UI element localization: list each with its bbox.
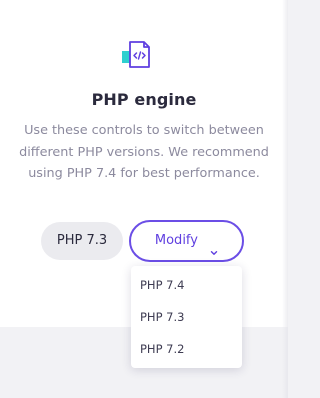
modify-button-label: Modify bbox=[154, 233, 198, 248]
section-description: Use these controls to switch between dif… bbox=[19, 123, 269, 181]
dropdown-option-php-7-3[interactable]: PHP 7.3 bbox=[140, 310, 184, 324]
dropdown-option-php-7-4[interactable]: PHP 7.4 bbox=[140, 278, 184, 292]
dropdown-option-php-7-2[interactable]: PHP 7.2 bbox=[140, 342, 184, 356]
scroll-edge-shadow bbox=[282, 0, 288, 398]
php-file-icon bbox=[121, 39, 155, 69]
section-title: PHP engine bbox=[91, 90, 197, 109]
modify-button[interactable]: Modify bbox=[129, 220, 244, 262]
php-version-dropdown: PHP 7.4 PHP 7.3 PHP 7.2 bbox=[131, 266, 242, 368]
current-php-version-badge: PHP 7.3 bbox=[41, 222, 123, 260]
chevron-down-icon bbox=[210, 235, 218, 255]
